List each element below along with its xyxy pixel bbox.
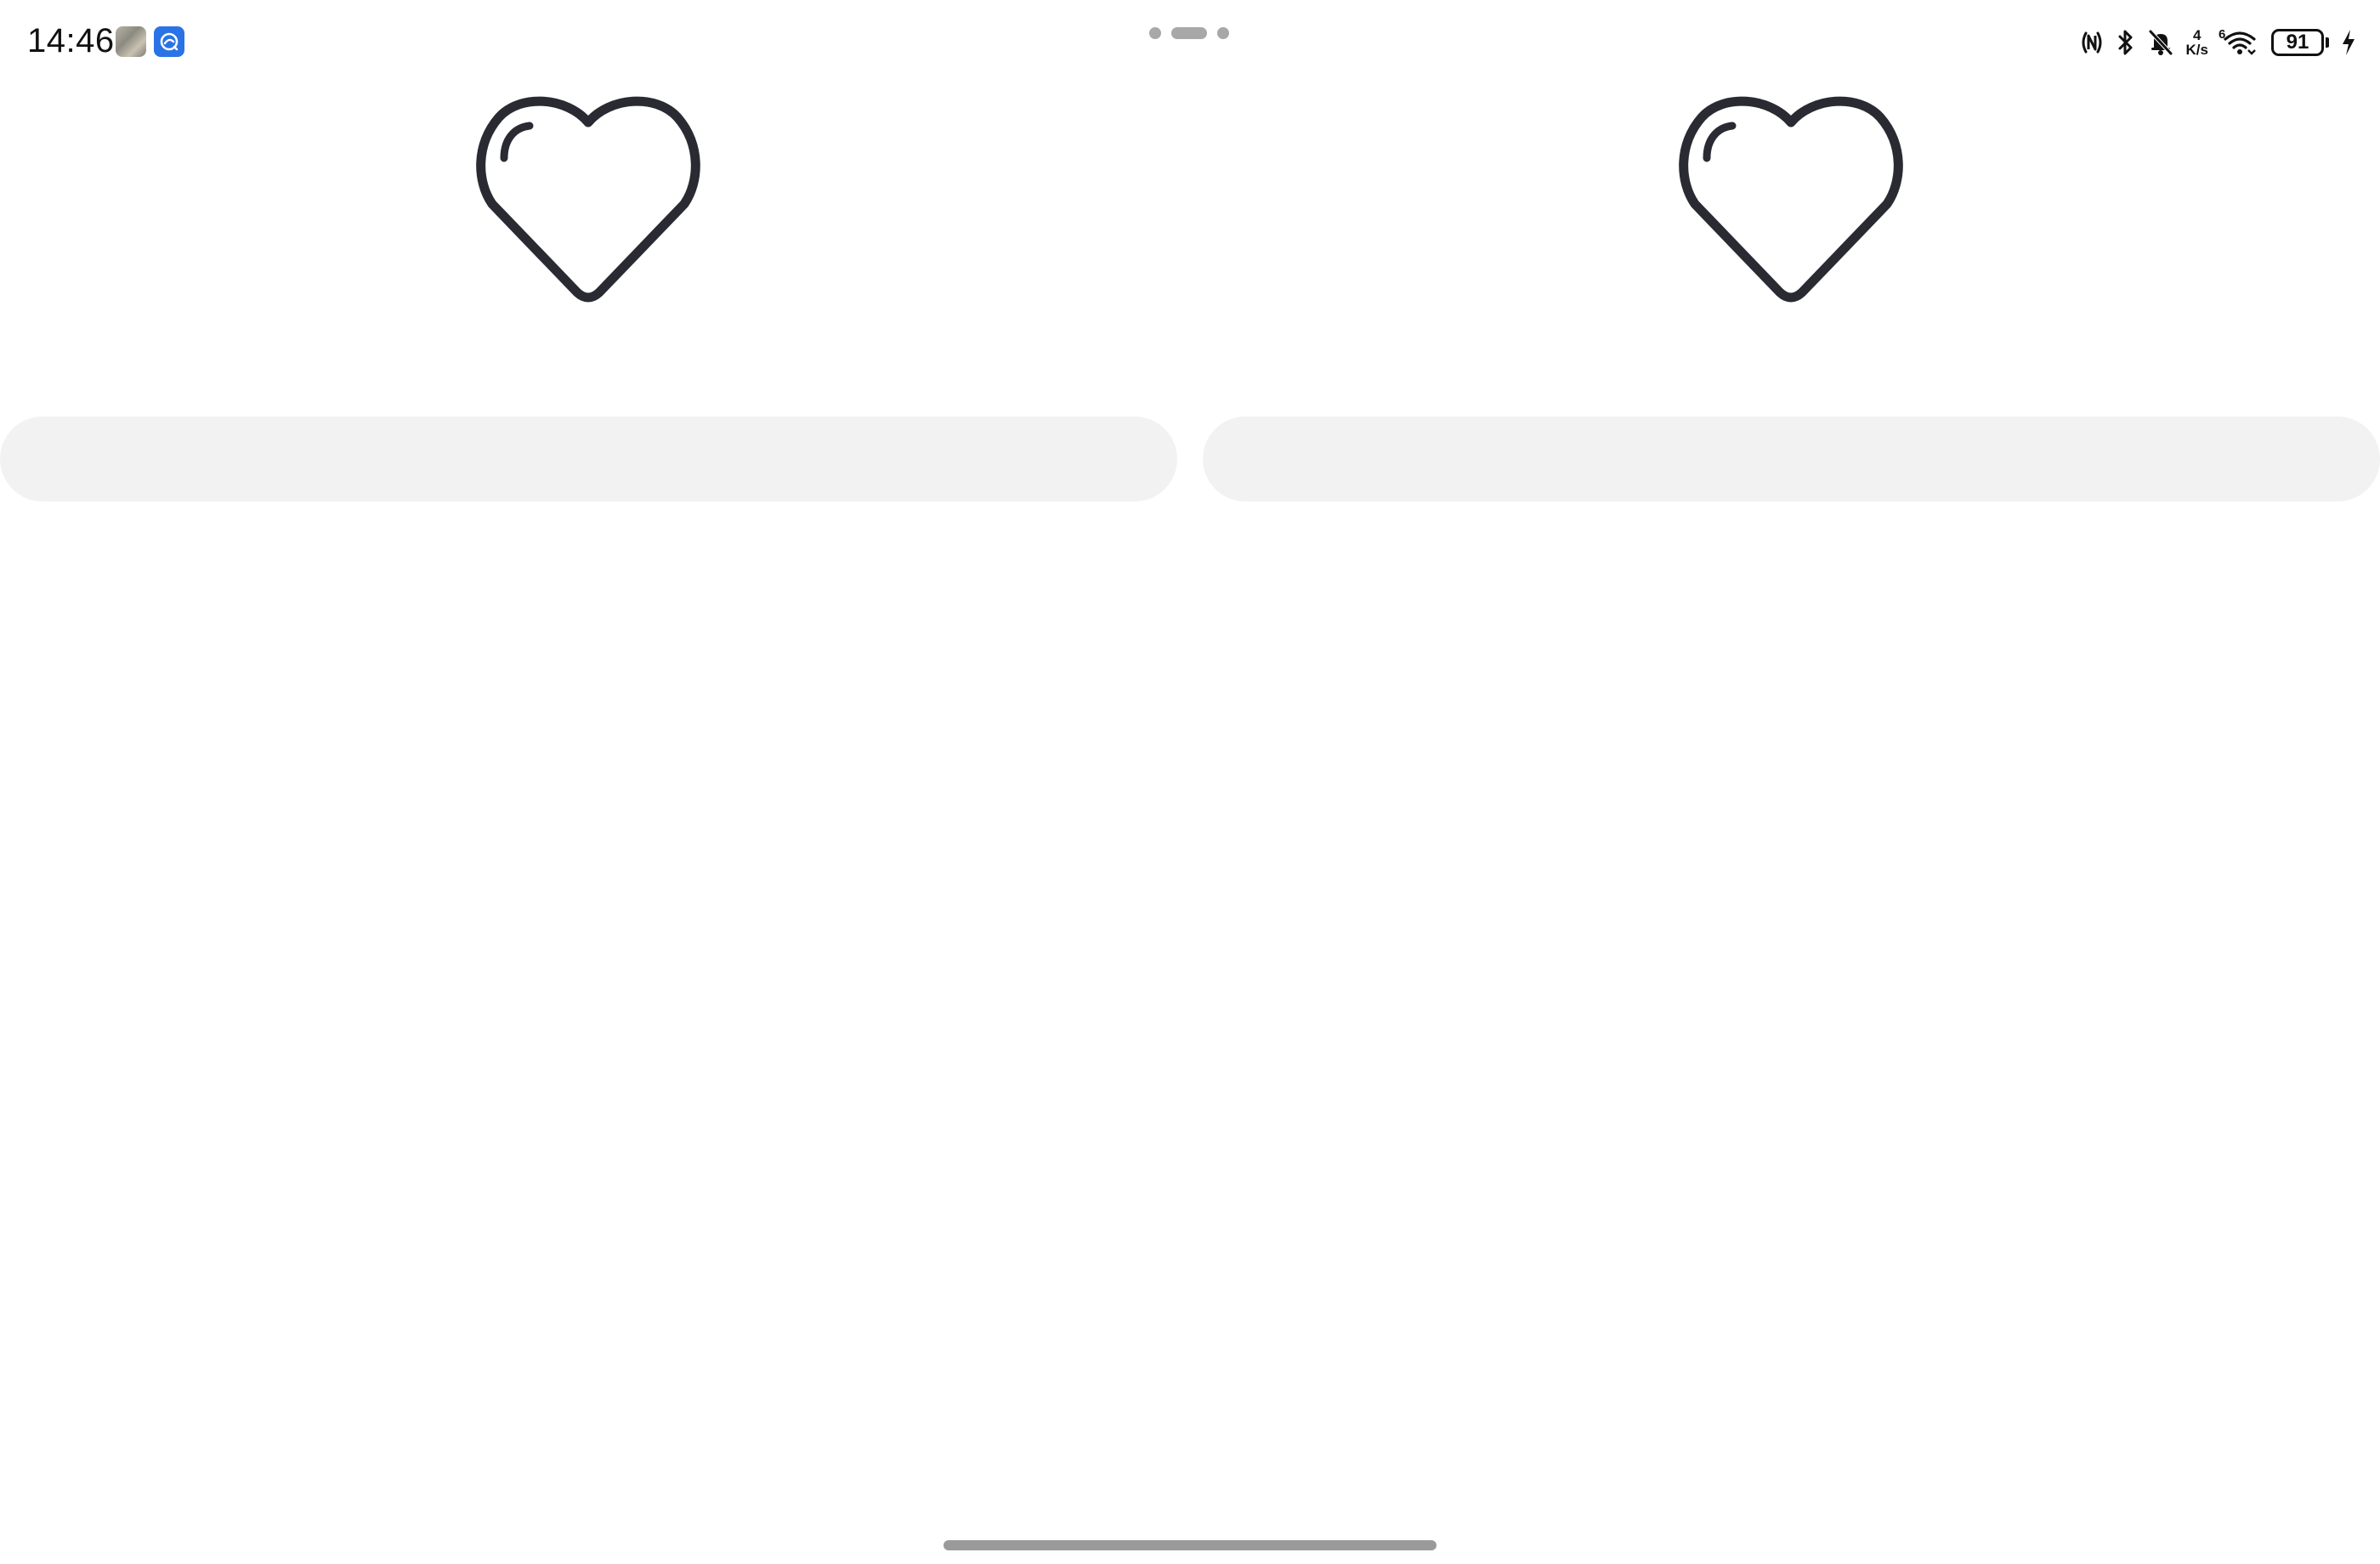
content-bar-right[interactable]: [1203, 416, 2380, 502]
gallery-app-icon: [116, 26, 146, 57]
net-speed-unit: K/s: [2185, 42, 2208, 58]
bluetooth-icon: [2116, 26, 2135, 60]
window-handle-icon[interactable]: [1149, 26, 1231, 40]
wifi-icon: 6: [2218, 26, 2259, 60]
status-time: 14:46: [27, 22, 115, 60]
handle-dot-left: [1149, 27, 1161, 39]
status-icons: 4 K/s 6 91: [2079, 24, 2356, 61]
nfc-icon: [2079, 26, 2105, 60]
content-bar-left[interactable]: [0, 416, 1177, 502]
status-bar: 14:46 4 K/s 6 91: [0, 0, 2380, 82]
battery-cap: [2326, 37, 2329, 48]
heart-icon[interactable]: [465, 90, 711, 320]
split-screen: 14:46 4 K/s 6 91: [0, 0, 2380, 1564]
home-indicator[interactable]: [944, 1540, 1436, 1550]
browser-app-icon: [154, 26, 184, 57]
charging-bolt-icon: [2341, 26, 2356, 60]
net-speed-value: 4: [2193, 27, 2202, 43]
bell-muted-icon: [2147, 26, 2174, 60]
battery-icon: 91: [2271, 26, 2329, 60]
battery-level: 91: [2271, 29, 2324, 56]
left-pane: [0, 82, 1177, 1527]
handle-dot-right: [1217, 27, 1229, 39]
wifi-generation: 6: [2218, 27, 2226, 42]
heart-icon[interactable]: [1668, 90, 1914, 320]
handle-bar: [1171, 27, 1207, 39]
net-speed: 4 K/s: [2186, 28, 2208, 57]
right-pane: [1203, 82, 2380, 1527]
